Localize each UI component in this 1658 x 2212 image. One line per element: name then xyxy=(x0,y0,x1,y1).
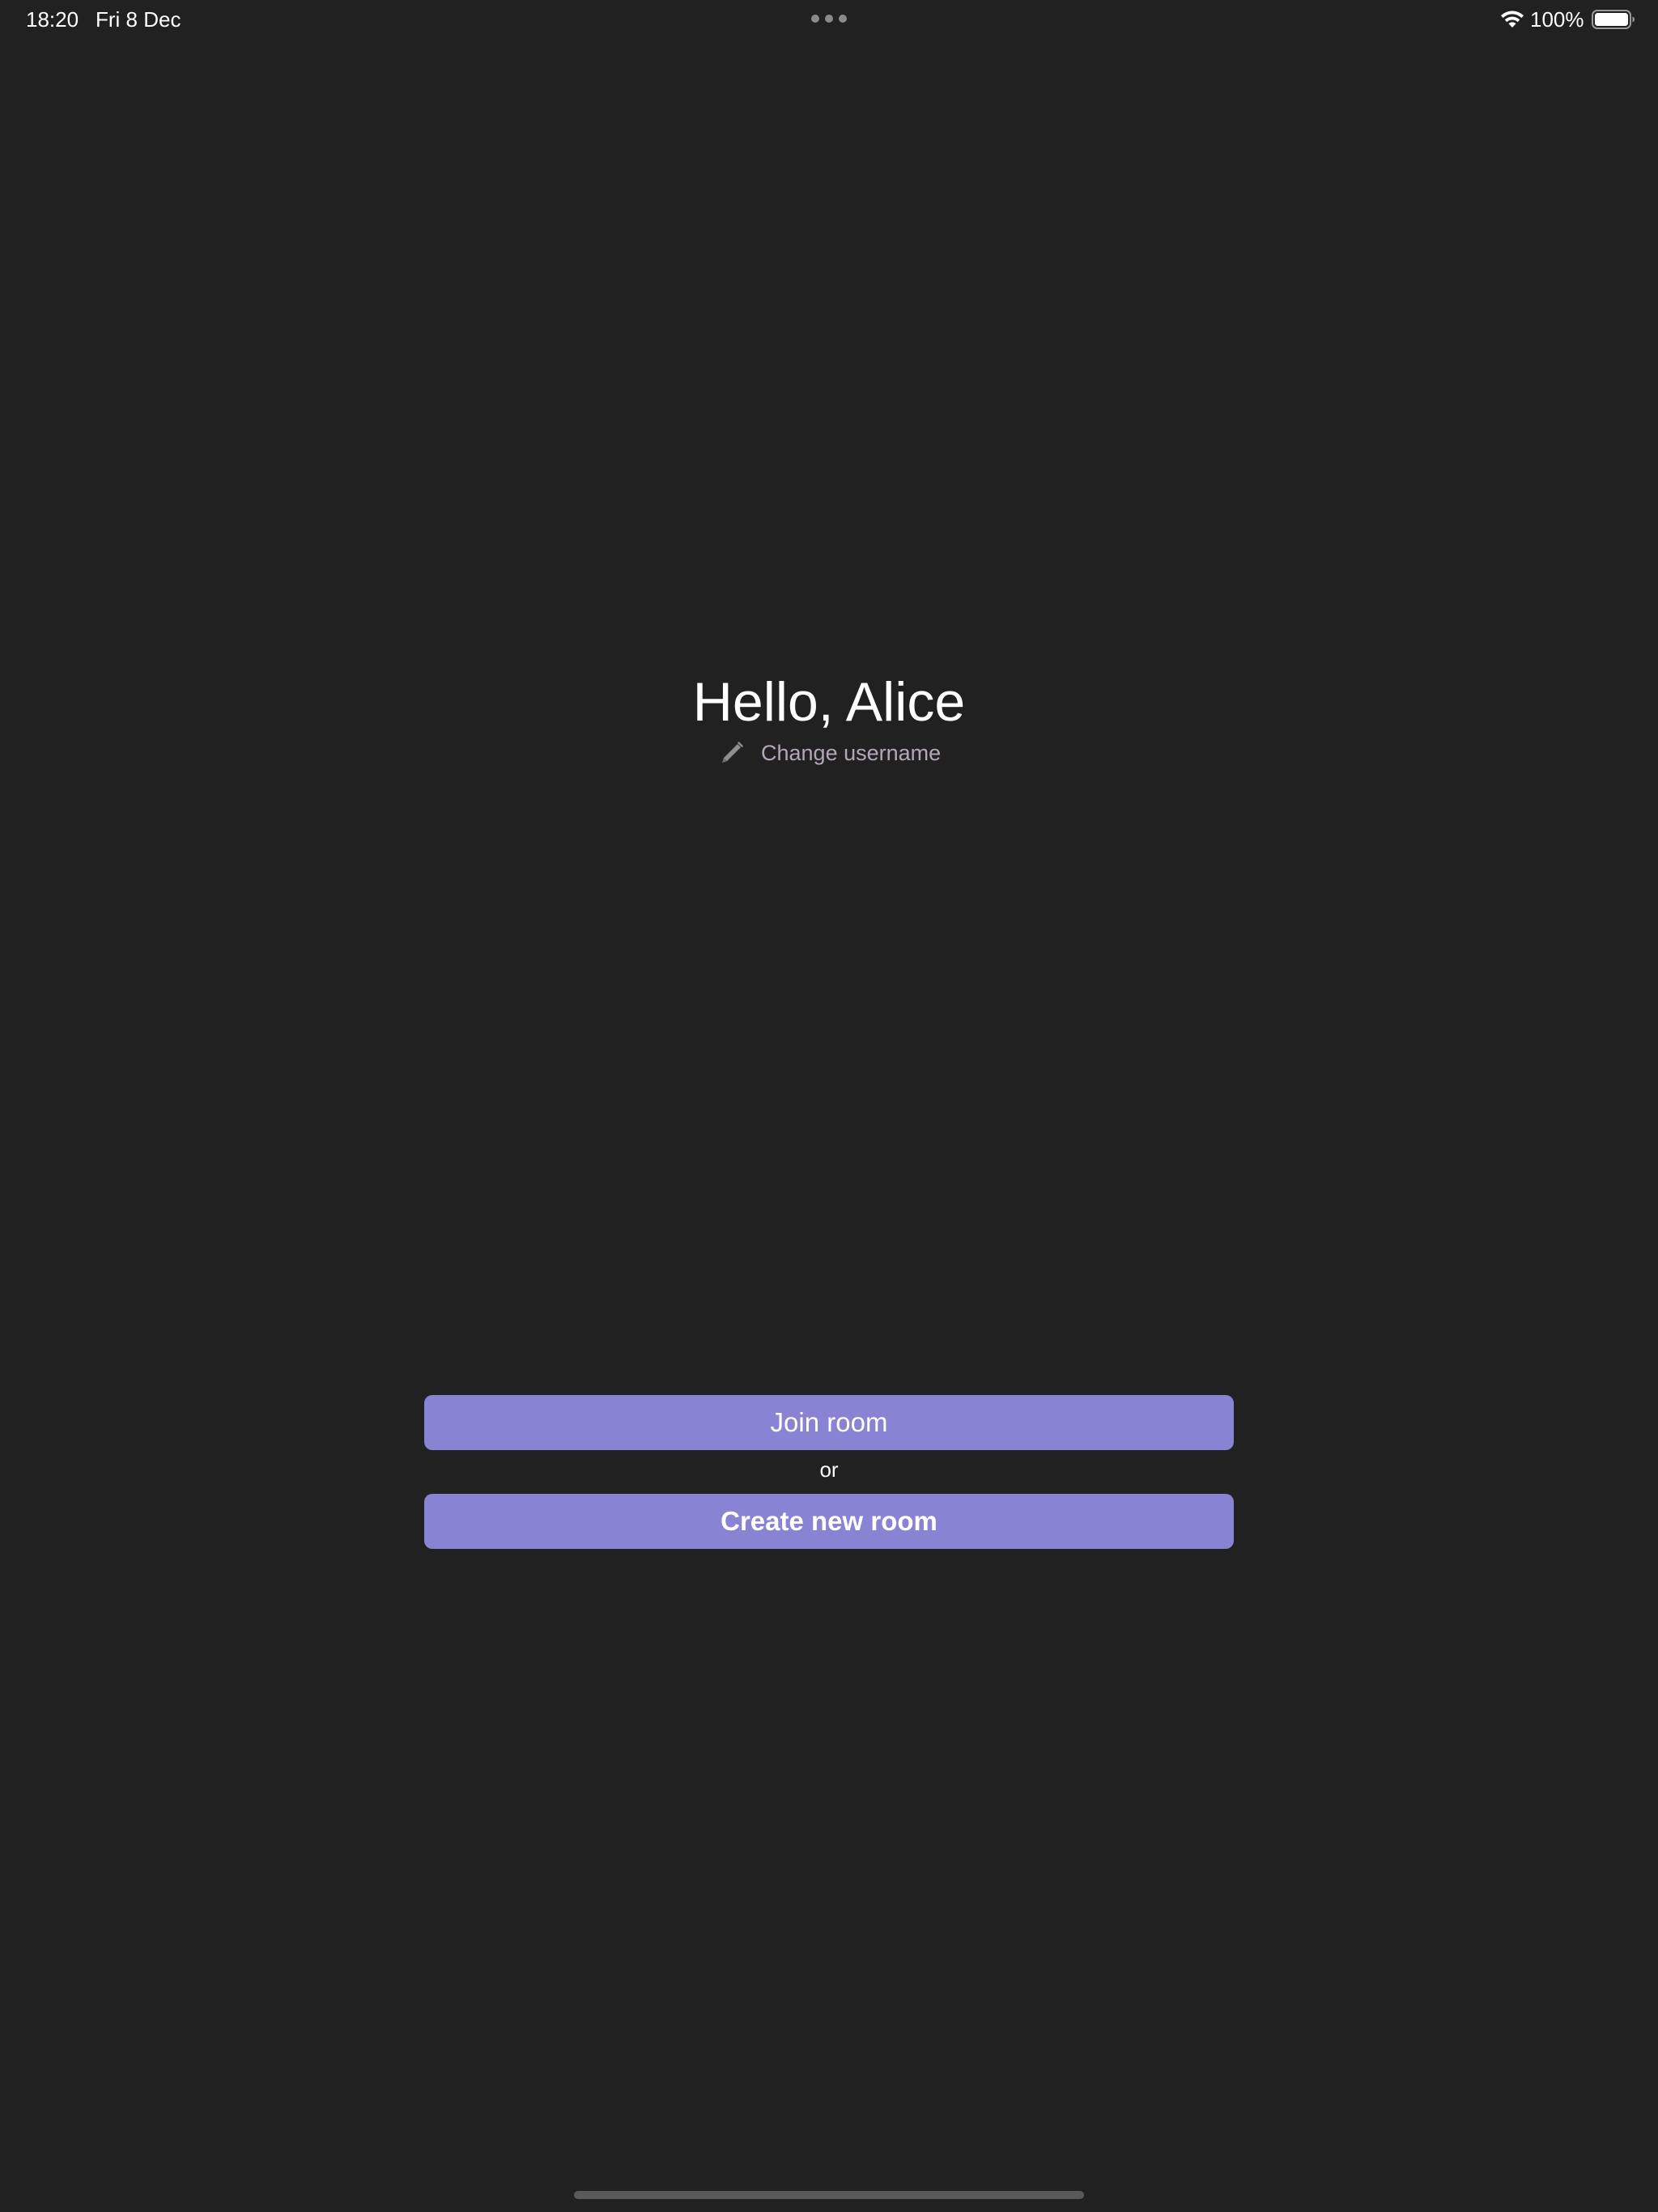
home-indicator[interactable] xyxy=(574,2191,1084,2199)
dot xyxy=(825,15,833,23)
create-new-room-button[interactable]: Create new room xyxy=(424,1494,1234,1549)
status-time: 18:20 xyxy=(26,7,79,32)
join-room-button[interactable]: Join room xyxy=(424,1395,1234,1450)
status-bar: 18:20 Fri 8 Dec 100% xyxy=(0,0,1658,39)
dot xyxy=(839,15,847,23)
greeting-heading: Hello, Alice xyxy=(692,671,966,733)
multitasking-dots-icon[interactable] xyxy=(811,15,847,23)
dot xyxy=(811,15,819,23)
change-username-label: Change username xyxy=(761,741,942,765)
battery-icon xyxy=(1592,10,1635,29)
app-screen: 18:20 Fri 8 Dec 100% Hello, Alice Change… xyxy=(0,0,1658,2212)
pencil-icon xyxy=(722,742,743,763)
change-username-link[interactable]: Change username xyxy=(719,737,941,769)
battery-percentage: 100% xyxy=(1530,7,1584,32)
or-separator: or xyxy=(819,1457,839,1482)
wifi-icon xyxy=(1501,11,1524,28)
status-date: Fri 8 Dec xyxy=(96,7,181,32)
